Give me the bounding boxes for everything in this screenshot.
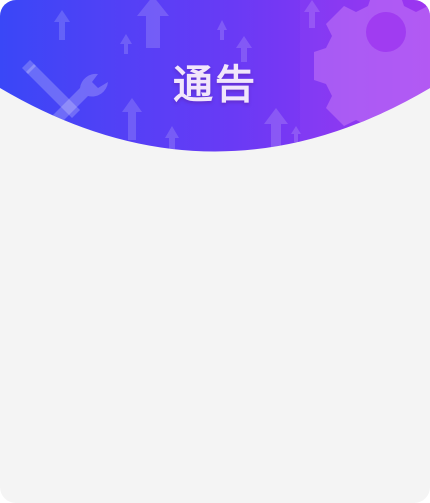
dialog-header-banner: 通告 bbox=[0, 0, 430, 160]
announcement-dialog: 通告 bbox=[0, 0, 430, 503]
dialog-title: 通告 bbox=[173, 62, 257, 108]
dialog-body bbox=[0, 155, 430, 503]
